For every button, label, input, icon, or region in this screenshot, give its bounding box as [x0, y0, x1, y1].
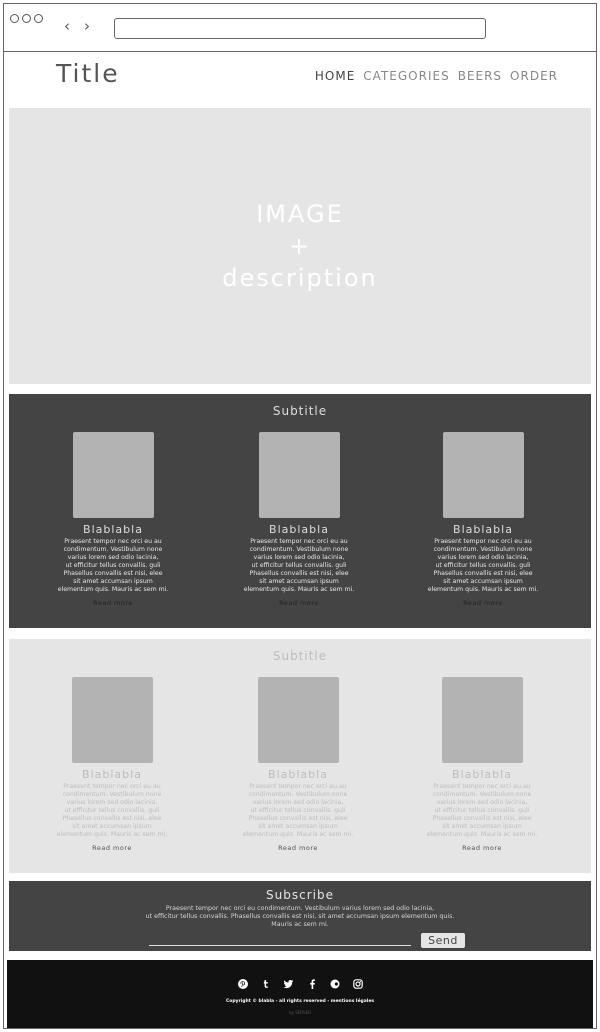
hero-line-description: description	[222, 264, 378, 292]
card: Blablabla Praesent tempor nec orci eu au…	[38, 432, 188, 607]
subscribe-section: Subscribe Praesent tempor nec orci eu co…	[9, 881, 591, 951]
featured-section-dark: Subtitle Blablabla Praesent tempor nec o…	[9, 394, 591, 628]
window-close-dot[interactable]	[10, 14, 19, 23]
card-title: Blablabla	[82, 768, 142, 781]
social-links	[7, 978, 593, 989]
credit-text: by SERVER	[289, 1010, 311, 1015]
site-title: Title	[56, 59, 120, 88]
main-nav: HOME CATEGORIES BEERS ORDER	[315, 69, 558, 83]
card-image-placeholder	[71, 677, 153, 763]
history-arrows: ‹ ›	[64, 19, 90, 34]
card-text: Praesent tempor nec orci eu au condiment…	[427, 538, 539, 593]
card-image-placeholder	[72, 432, 154, 518]
browser-window: ‹ › Title HOME CATEGORIES BEERS ORDER IM…	[3, 3, 597, 1029]
site-header: Title HOME CATEGORIES BEERS ORDER	[4, 53, 596, 105]
card: Blablabla Praesent tempor nec orci eu au…	[37, 677, 187, 852]
card: Blablabla Praesent tempor nec orci eu au…	[224, 432, 374, 607]
card-list: Blablabla Praesent tempor nec orci eu au…	[9, 432, 591, 622]
tumblr-icon[interactable]	[260, 978, 271, 989]
forward-arrow-icon[interactable]: ›	[84, 19, 90, 34]
back-arrow-icon[interactable]: ‹	[64, 19, 70, 34]
read-more-link[interactable]: Read more	[407, 844, 557, 852]
twitter-icon[interactable]	[283, 978, 294, 989]
card-title: Blablabla	[269, 523, 329, 536]
window-controls	[10, 14, 43, 23]
featured-section-light: Subtitle Blablabla Praesent tempor nec o…	[9, 639, 591, 873]
email-field[interactable]	[149, 936, 411, 946]
pinterest-icon[interactable]	[237, 978, 248, 989]
instagram-icon[interactable]	[352, 978, 363, 989]
send-button[interactable]: Send	[421, 933, 465, 948]
read-more-link[interactable]: Read more	[408, 599, 558, 607]
card-text: Praesent tempor nec orci eu au condiment…	[243, 538, 355, 593]
card-image-placeholder	[258, 432, 340, 518]
address-bar[interactable]	[114, 18, 486, 39]
subscribe-form: Send	[149, 933, 469, 949]
card-text: Praesent tempor nec orci eu au condiment…	[56, 783, 168, 838]
hero-line-image: IMAGE	[256, 200, 344, 228]
card-image-placeholder	[257, 677, 339, 763]
card-list: Blablabla Praesent tempor nec orci eu au…	[9, 677, 591, 867]
nav-item-home[interactable]: HOME	[315, 69, 355, 83]
card: Blablabla Praesent tempor nec orci eu au…	[408, 432, 558, 607]
facebook-icon[interactable]	[306, 978, 317, 989]
nav-item-categories[interactable]: CATEGORIES	[363, 69, 449, 83]
nav-item-beers[interactable]: BEERS	[458, 69, 502, 83]
flickr-icon[interactable]	[329, 978, 340, 989]
read-more-link[interactable]: Read more	[37, 844, 187, 852]
card-title: Blablabla	[83, 523, 143, 536]
hero-line-plus: +	[288, 232, 312, 260]
window-minimize-dot[interactable]	[22, 14, 31, 23]
card-title: Blablabla	[452, 768, 512, 781]
nav-item-order[interactable]: ORDER	[510, 69, 558, 83]
subscribe-text: Praesent tempor nec orci eu condimentum.…	[145, 905, 455, 928]
window-maximize-dot[interactable]	[34, 14, 43, 23]
read-more-link[interactable]: Read more	[223, 844, 373, 852]
read-more-link[interactable]: Read more	[224, 599, 374, 607]
card-title: Blablabla	[268, 768, 328, 781]
read-more-link[interactable]: Read more	[38, 599, 188, 607]
site-footer: Copyright © blabla - all rights reserved…	[7, 960, 593, 1028]
card-text: Praesent tempor nec orci eu au condiment…	[57, 538, 169, 593]
card: Blablabla Praesent tempor nec orci eu au…	[407, 677, 557, 852]
hero-image-placeholder: IMAGE + description	[9, 108, 591, 384]
card-image-placeholder	[442, 432, 524, 518]
card-title: Blablabla	[453, 523, 513, 536]
subscribe-title: Subscribe	[266, 888, 334, 902]
section-title: Subtitle	[272, 649, 328, 663]
copyright-text: Copyright © blabla - all rights reserved…	[225, 999, 375, 1004]
card-text: Praesent tempor nec orci eu au condiment…	[426, 783, 538, 838]
section-title: Subtitle	[272, 404, 328, 418]
card: Blablabla Praesent tempor nec orci eu au…	[223, 677, 373, 852]
card-image-placeholder	[441, 677, 523, 763]
browser-toolbar: ‹ ›	[4, 4, 596, 52]
card-text: Praesent tempor nec orci eu au condiment…	[242, 783, 354, 838]
